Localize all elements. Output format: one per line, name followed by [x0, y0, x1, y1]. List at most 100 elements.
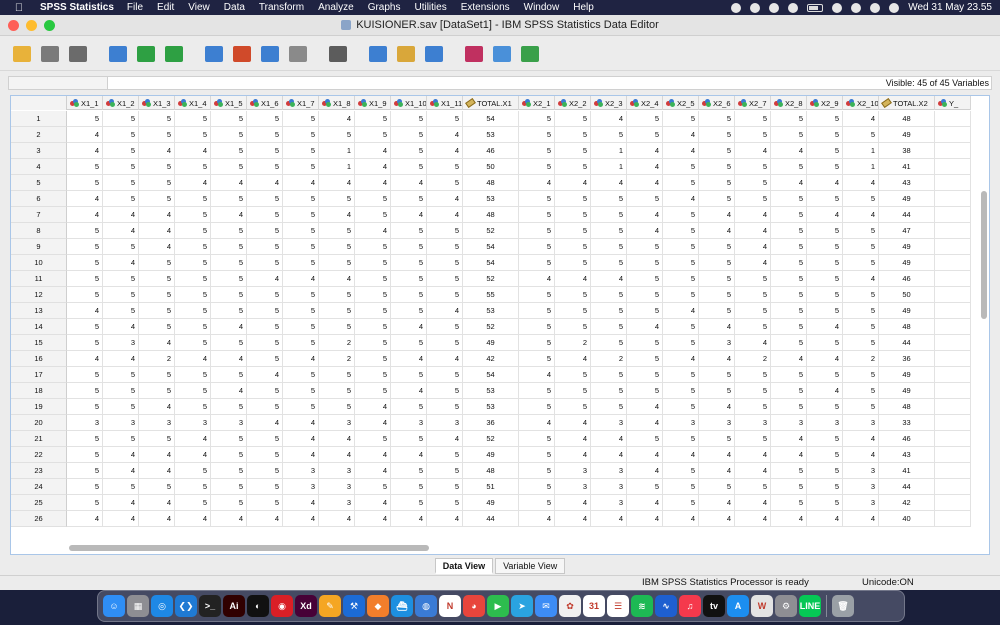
data-cell[interactable]: 4: [355, 159, 391, 175]
apple-menu-icon[interactable]: : [10, 2, 28, 14]
data-cell[interactable]: 5: [807, 431, 843, 447]
data-cell[interactable]: 4: [103, 207, 139, 223]
data-cell[interactable]: 1: [319, 159, 355, 175]
data-cell[interactable]: 5: [67, 479, 103, 495]
data-cell[interactable]: 5: [843, 127, 879, 143]
data-cell[interactable]: 3: [103, 335, 139, 351]
data-cell[interactable]: 5: [319, 239, 355, 255]
undo-icon[interactable]: [134, 42, 158, 66]
data-cell[interactable]: [935, 111, 971, 127]
siri-icon[interactable]: [889, 2, 900, 13]
data-cell[interactable]: 3: [771, 415, 807, 431]
data-cell[interactable]: 4: [735, 463, 771, 479]
menu-utilities[interactable]: Utilities: [414, 2, 446, 13]
data-cell[interactable]: 4: [103, 511, 139, 527]
data-cell[interactable]: 49: [879, 303, 935, 319]
data-cell[interactable]: 4: [807, 511, 843, 527]
data-cell[interactable]: 4: [427, 191, 463, 207]
data-cell[interactable]: 5: [771, 223, 807, 239]
row-number[interactable]: 6: [11, 191, 67, 207]
data-cell[interactable]: 42: [879, 495, 935, 511]
column-header[interactable]: X2_9: [807, 96, 843, 110]
data-cell[interactable]: 4: [427, 303, 463, 319]
data-cell[interactable]: 4: [519, 415, 555, 431]
data-cell[interactable]: 5: [391, 271, 427, 287]
data-cell[interactable]: 4: [175, 351, 211, 367]
data-cell[interactable]: 5: [735, 159, 771, 175]
data-cell[interactable]: 5: [519, 287, 555, 303]
data-cell[interactable]: 5: [103, 431, 139, 447]
data-cell[interactable]: 5: [283, 191, 319, 207]
data-cell[interactable]: 4: [247, 271, 283, 287]
data-cell[interactable]: 42: [463, 351, 519, 367]
find-icon[interactable]: [326, 42, 350, 66]
data-cell[interactable]: 1: [591, 143, 627, 159]
tab-data-view[interactable]: Data View: [434, 558, 494, 574]
data-cell[interactable]: 5: [699, 239, 735, 255]
data-cell[interactable]: 4: [843, 175, 879, 191]
row-number[interactable]: 2: [11, 127, 67, 143]
data-cell[interactable]: 5: [735, 383, 771, 399]
cell-reference-field[interactable]: [9, 77, 108, 89]
tab-variable-view[interactable]: Variable View: [495, 558, 566, 574]
data-cell[interactable]: 5: [427, 383, 463, 399]
data-cell[interactable]: 4: [139, 239, 175, 255]
data-cell[interactable]: 5: [67, 399, 103, 415]
data-cell[interactable]: 43: [879, 447, 935, 463]
data-cell[interactable]: 4: [627, 319, 663, 335]
data-cell[interactable]: 5: [807, 495, 843, 511]
data-cell[interactable]: 4: [663, 351, 699, 367]
data-cell[interactable]: 5: [807, 239, 843, 255]
data-cell[interactable]: 4: [735, 143, 771, 159]
data-cell[interactable]: 5: [427, 319, 463, 335]
column-header[interactable]: X1_3: [139, 96, 175, 110]
data-cell[interactable]: 4: [735, 255, 771, 271]
data-cell[interactable]: 5: [211, 399, 247, 415]
data-cell[interactable]: 5: [247, 207, 283, 223]
data-cell[interactable]: 4: [735, 335, 771, 351]
data-cell[interactable]: 4: [627, 207, 663, 223]
data-cell[interactable]: 4: [663, 511, 699, 527]
data-cell[interactable]: 4: [175, 447, 211, 463]
data-cell[interactable]: 5: [247, 447, 283, 463]
data-cell[interactable]: [935, 495, 971, 511]
data-cell[interactable]: 4: [319, 111, 355, 127]
data-cell[interactable]: 4: [319, 511, 355, 527]
data-cell[interactable]: 5: [519, 319, 555, 335]
data-cell[interactable]: 4: [67, 351, 103, 367]
data-cell[interactable]: 5: [843, 367, 879, 383]
column-header[interactable]: X2_4: [627, 96, 663, 110]
data-cell[interactable]: 4: [699, 223, 735, 239]
data-cell[interactable]: 5: [627, 351, 663, 367]
row-number[interactable]: 7: [11, 207, 67, 223]
data-cell[interactable]: 5: [519, 383, 555, 399]
data-cell[interactable]: 5: [391, 287, 427, 303]
line-icon[interactable]: LINE: [799, 595, 821, 617]
data-cell[interactable]: 5: [555, 207, 591, 223]
data-cell[interactable]: 5: [211, 111, 247, 127]
data-cell[interactable]: 5: [103, 143, 139, 159]
data-cell[interactable]: 53: [463, 303, 519, 319]
data-cell[interactable]: 49: [463, 495, 519, 511]
data-cell[interactable]: 4: [103, 495, 139, 511]
data-cell[interactable]: 5: [843, 287, 879, 303]
data-cell[interactable]: 5: [175, 399, 211, 415]
data-cell[interactable]: 5: [591, 127, 627, 143]
row-number[interactable]: 12: [11, 287, 67, 303]
data-cell[interactable]: 5: [175, 239, 211, 255]
data-cell[interactable]: 5: [247, 239, 283, 255]
value-labels-icon[interactable]: [462, 42, 486, 66]
safari-icon[interactable]: ◎: [151, 595, 173, 617]
column-header[interactable]: X2_7: [735, 96, 771, 110]
creative-cloud-icon[interactable]: ◉: [271, 595, 293, 617]
data-cell[interactable]: 5: [67, 287, 103, 303]
data-cell[interactable]: 5: [555, 223, 591, 239]
column-header[interactable]: X1_8: [319, 96, 355, 110]
data-cell[interactable]: 4: [663, 143, 699, 159]
data-cell[interactable]: 5: [735, 271, 771, 287]
data-cell[interactable]: 5: [67, 463, 103, 479]
data-cell[interactable]: 4: [103, 447, 139, 463]
data-cell[interactable]: 5: [211, 303, 247, 319]
data-cell[interactable]: 4: [355, 399, 391, 415]
row-number[interactable]: 8: [11, 223, 67, 239]
